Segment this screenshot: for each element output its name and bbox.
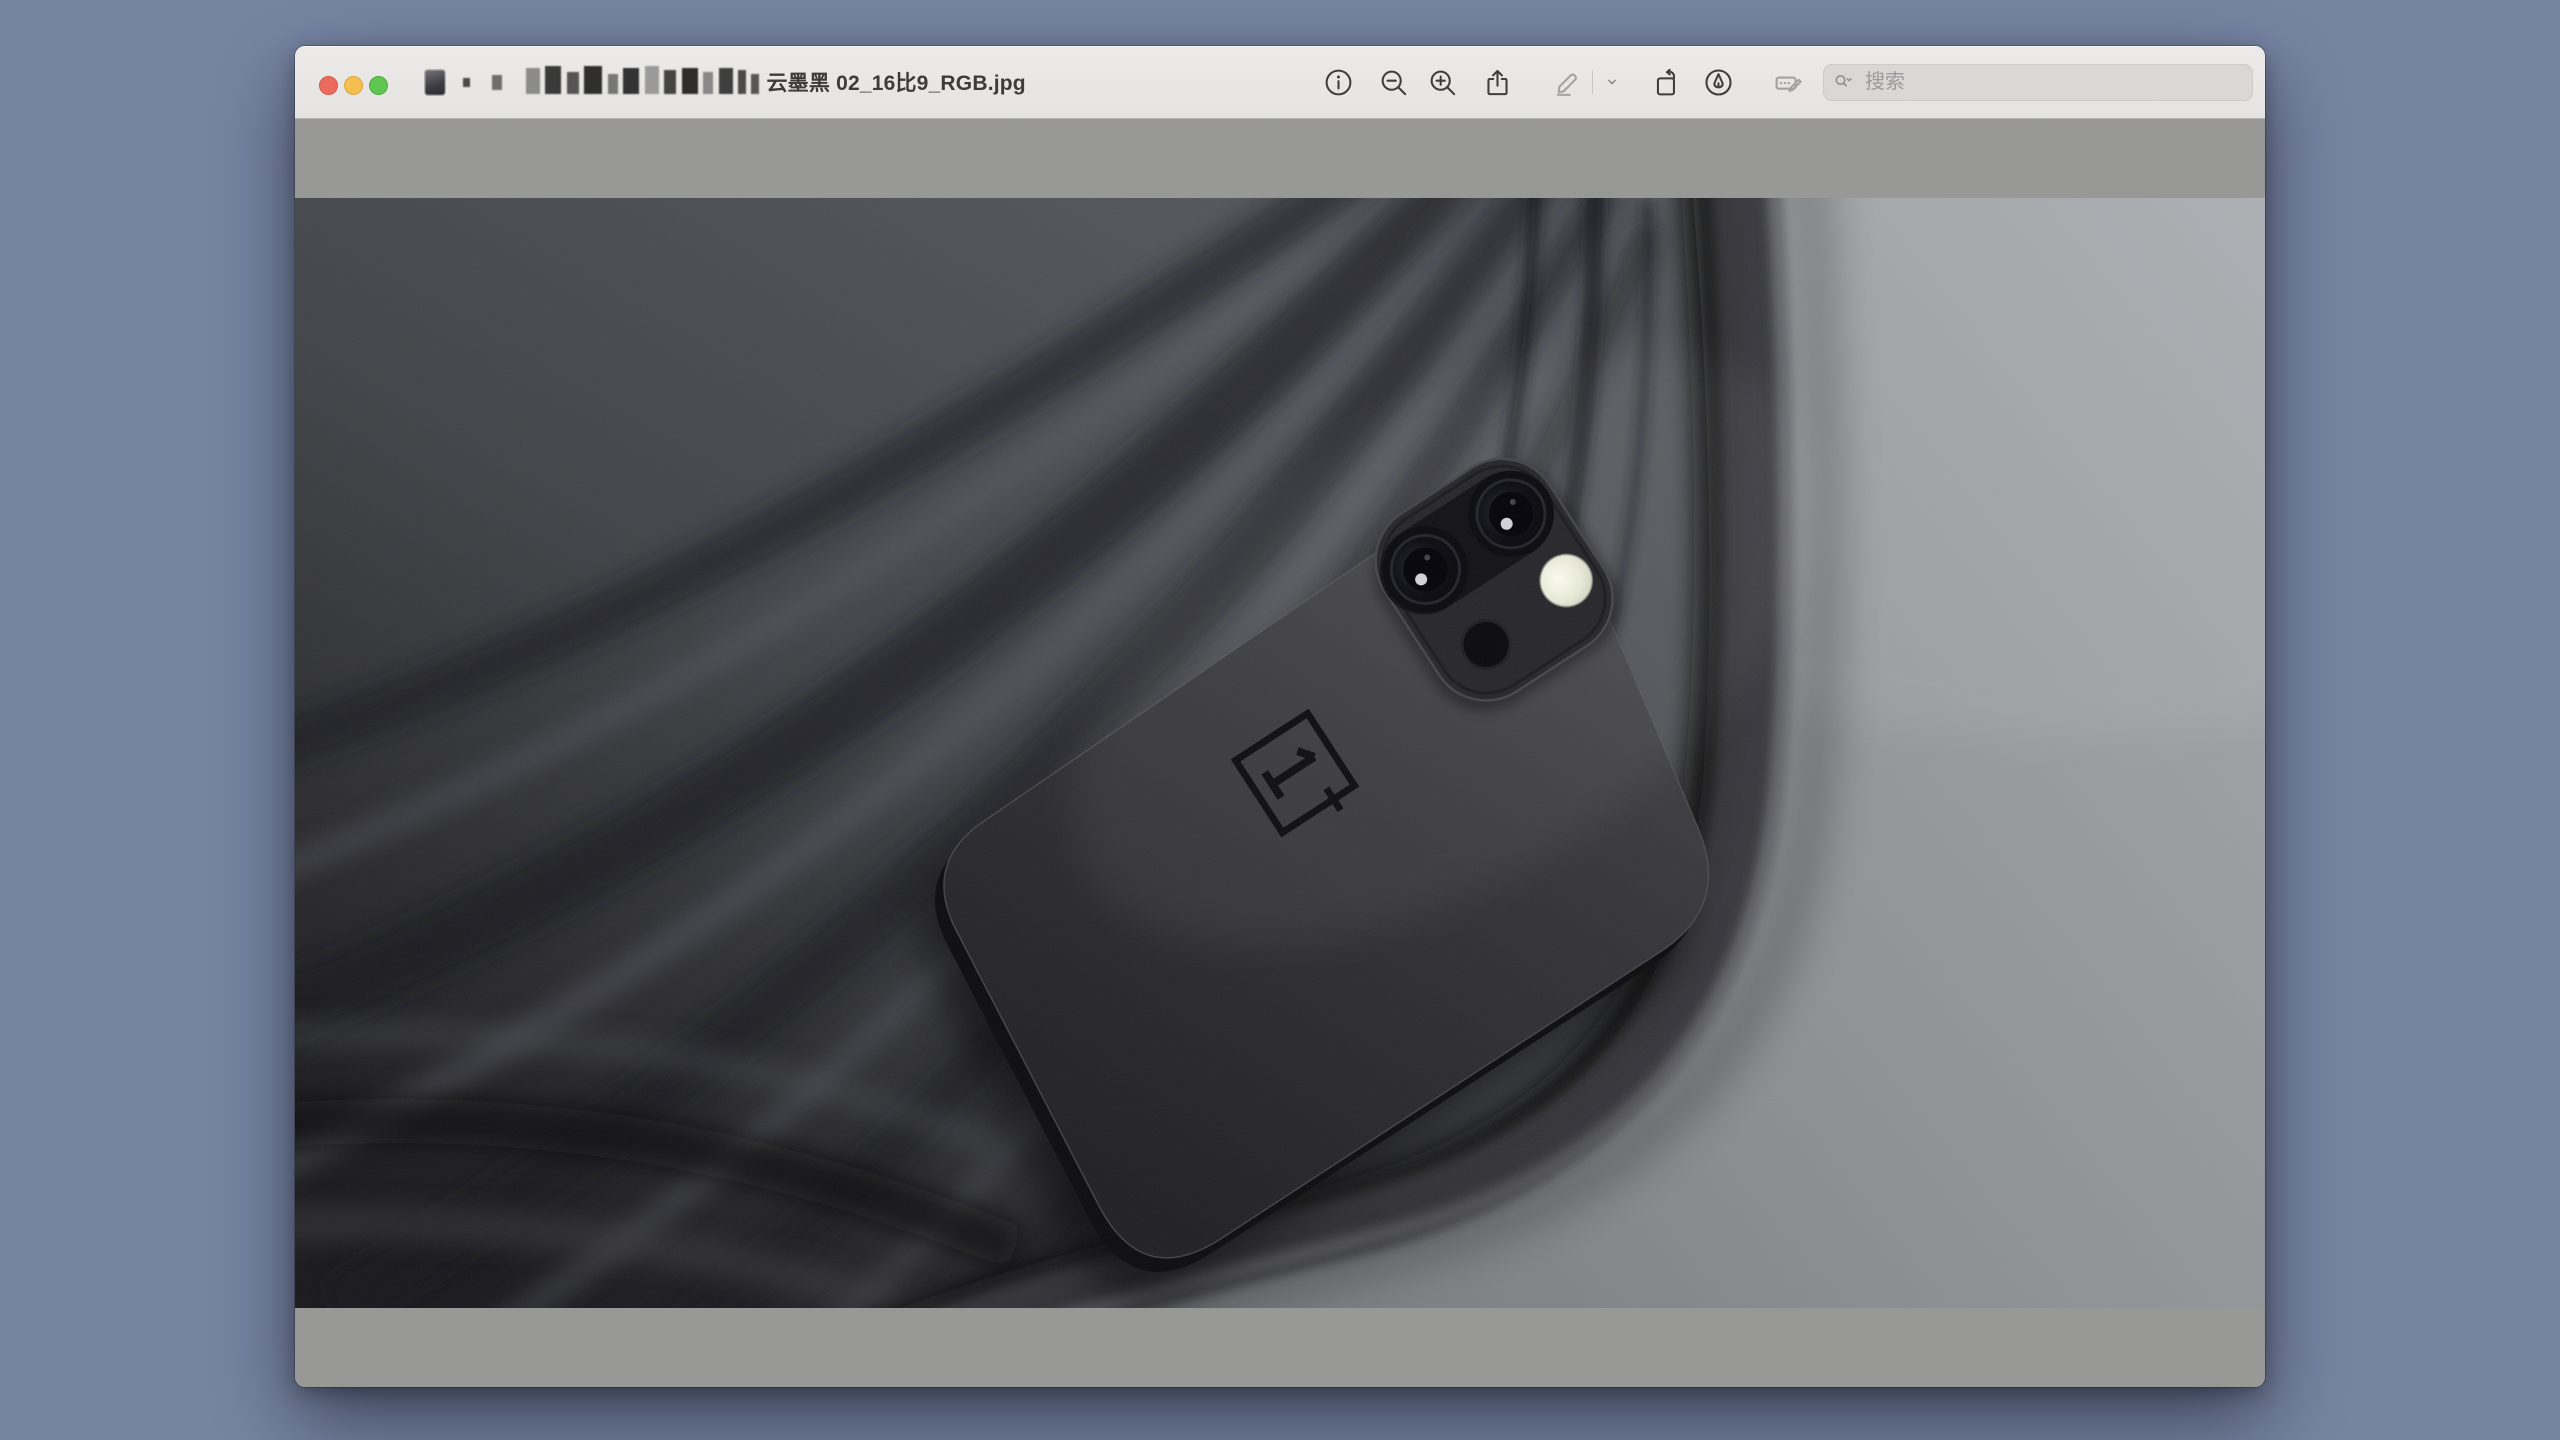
desktop: { "window": { "title": "云墨黑 02_16比9_RGB.… <box>0 0 2560 1440</box>
pencil-underline-icon <box>1552 67 1583 98</box>
text-field-signature-icon <box>1773 67 1804 98</box>
canvas-margin-top <box>295 119 2265 198</box>
document-title-group: 云墨黑 02_16比9_RGB.jpg <box>425 46 1026 118</box>
preview-window: 云墨黑 02_16比9_RGB.jpg <box>295 46 2265 1387</box>
redaction-mosaic <box>526 66 760 99</box>
product-photo <box>295 198 2265 1308</box>
toolbar-separator <box>1592 71 1593 94</box>
info-button[interactable] <box>1316 62 1360 102</box>
magnifier-minus-icon <box>1378 67 1409 98</box>
markup-options-button[interactable] <box>1598 62 1626 102</box>
magnifier-plus-icon <box>1427 67 1458 98</box>
zoom-out-button[interactable] <box>1371 62 1415 102</box>
zoom-window-button[interactable] <box>369 76 388 95</box>
info-circle-icon <box>1323 67 1354 98</box>
markup-pen-button[interactable] <box>1696 62 1740 102</box>
close-button[interactable] <box>319 76 338 95</box>
zoom-in-button[interactable] <box>1420 62 1464 102</box>
window-title: 云墨黑 02_16比9_RGB.jpg <box>766 67 1025 97</box>
share-up-arrow-icon <box>1482 67 1513 98</box>
search-magnifier-icon <box>1833 72 1855 94</box>
pen-nib-circle-icon <box>1703 67 1734 98</box>
share-button[interactable] <box>1475 62 1519 102</box>
canvas-margin-bottom <box>295 1308 2265 1387</box>
search-input[interactable] <box>1863 70 2243 95</box>
rotate-square-arrow-icon <box>1652 67 1683 98</box>
search-field[interactable] <box>1823 64 2253 101</box>
rotate-left-button[interactable] <box>1645 62 1689 102</box>
document-proxy-icon[interactable] <box>425 70 445 95</box>
markup-pencil-button[interactable] <box>1545 62 1589 102</box>
form-fill-button[interactable] <box>1766 62 1810 102</box>
window-titlebar[interactable]: 云墨黑 02_16比9_RGB.jpg <box>295 46 2265 119</box>
photo-canvas[interactable] <box>295 198 2265 1308</box>
redacted-filename-prefix <box>463 66 766 99</box>
chevron-down-icon <box>1601 71 1623 93</box>
minimize-button[interactable] <box>344 76 363 95</box>
film-grain <box>295 198 2265 1308</box>
